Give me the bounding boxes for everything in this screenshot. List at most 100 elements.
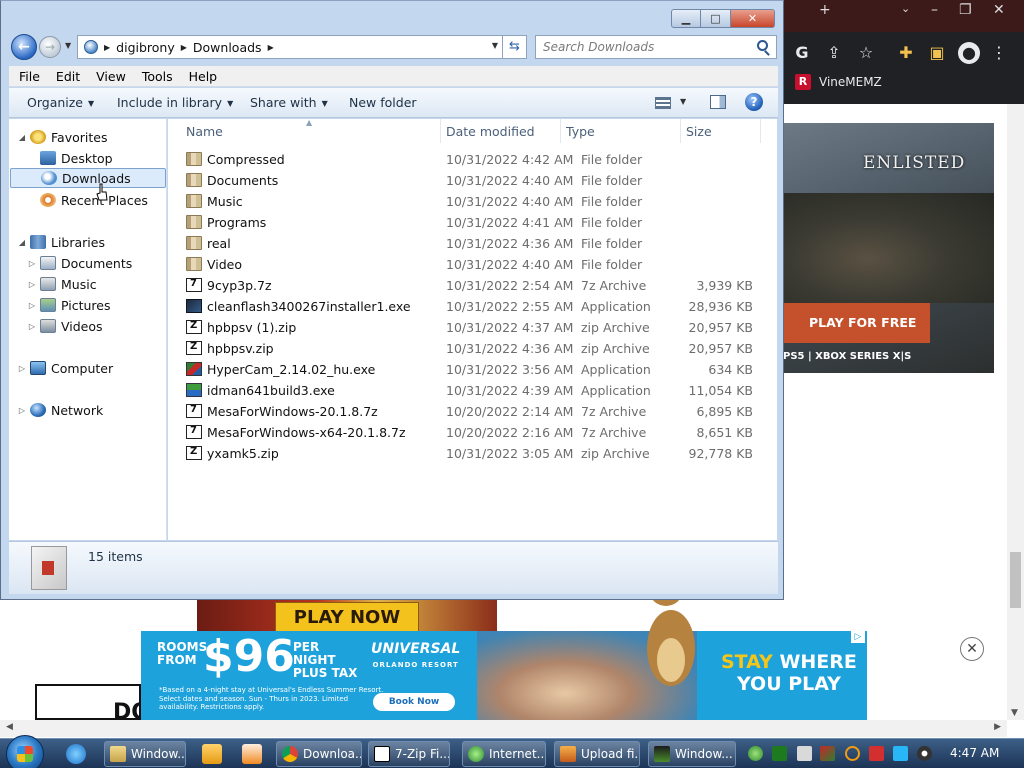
taskbar-button-internet[interactable]: Internet... — [462, 741, 546, 767]
expand-arrow-icon[interactable]: ▷ — [27, 322, 37, 331]
browser-vertical-scrollbar[interactable]: ▼ — [1007, 104, 1024, 720]
universal-orlando-ad[interactable]: ROOMS FROM $96 PER NIGHT PLUS TAX *Based… — [141, 631, 867, 720]
file-row[interactable]: Music 10/31/2022 4:40 AM File folder — [182, 191, 762, 212]
expand-arrow-icon[interactable]: ▷ — [27, 259, 37, 268]
file-row[interactable]: hpbpsv.zip 10/31/2022 4:36 AM zip Archive 2… — [182, 338, 762, 359]
side-panel-icon[interactable]: ▣ — [926, 42, 948, 64]
bookmark-star-icon[interactable]: ☆ — [855, 42, 877, 64]
file-row[interactable]: real 10/31/2022 4:36 AM File folder — [182, 233, 762, 254]
tray-tools-icon[interactable] — [820, 746, 835, 761]
address-dropdown-icon[interactable]: ▼ — [492, 41, 498, 50]
menu-file[interactable]: File — [19, 66, 46, 86]
tray-display-icon[interactable] — [893, 746, 908, 761]
google-icon[interactable]: G — [791, 42, 813, 64]
paint-icon[interactable] — [242, 744, 262, 764]
close-button[interactable]: ✕ — [731, 9, 775, 28]
taskbar-button-upload[interactable]: Upload fi... — [554, 741, 640, 767]
search-icon[interactable] — [757, 40, 768, 51]
column-header-date[interactable]: Date modified — [446, 124, 535, 139]
start-button[interactable] — [6, 735, 44, 768]
column-divider[interactable] — [680, 119, 681, 143]
taskbar-button-chrome[interactable]: Downloa... — [276, 741, 362, 767]
organize-button[interactable]: Organize ▼ — [27, 95, 94, 110]
share-icon[interactable]: ⇪ — [823, 42, 845, 64]
collapse-arrow-icon[interactable]: ◢ — [17, 133, 27, 142]
refresh-button[interactable]: ⇆ — [503, 35, 527, 59]
profile-avatar-icon[interactable]: ● — [958, 42, 980, 64]
collapse-arrow-icon[interactable]: ◢ — [17, 238, 27, 247]
taskbar-button-explorer[interactable]: Window... — [104, 741, 186, 767]
taskbar-button-window[interactable]: Window... — [648, 741, 736, 767]
extensions-icon[interactable]: ✚ — [895, 42, 917, 64]
nav-lib-music[interactable]: ▷ Music — [27, 274, 97, 294]
scroll-down-arrow-icon[interactable]: ▼ — [1011, 708, 1018, 718]
close-ad-icon[interactable]: ✕ — [960, 637, 984, 661]
file-row[interactable]: Compressed 10/31/2022 4:42 AM File folder — [182, 149, 762, 170]
expand-arrow-icon[interactable]: ▷ — [27, 301, 37, 310]
column-header-size[interactable]: Size — [686, 124, 712, 139]
nav-lib-documents[interactable]: ▷ Documents — [27, 253, 132, 273]
share-with-button[interactable]: Share with ▼ — [250, 95, 328, 110]
file-row[interactable]: MesaForWindows-20.1.8.7z 10/20/2022 2:14 … — [182, 401, 762, 422]
menu-tools[interactable]: Tools — [142, 66, 179, 86]
file-row[interactable]: MesaForWindows-x64-20.1.8.7z 10/20/2022 2… — [182, 422, 762, 443]
include-in-library-button[interactable]: Include in library ▼ — [117, 95, 233, 110]
menu-edit[interactable]: Edit — [56, 66, 86, 86]
tray-search-icon[interactable] — [845, 746, 860, 761]
taskbar-button-7zip[interactable]: 7-Zip Fi... — [368, 741, 450, 767]
ad-choices-icon[interactable]: ▷ — [851, 631, 865, 643]
preview-pane-icon[interactable] — [710, 95, 726, 109]
nav-computer[interactable]: ▷ Computer — [17, 358, 113, 378]
file-row[interactable]: yxamk5.zip 10/31/2022 3:05 AM zip Archive 9… — [182, 443, 762, 464]
restore-icon[interactable]: ❐ — [959, 2, 972, 18]
explorer-window[interactable]: ▁ □ ✕ ← → ▼ ▶ digibrony ▶ Downloads ▶ ▼ … — [0, 0, 784, 600]
play-now-ad[interactable]: PLAY NOW — [197, 598, 497, 632]
close-icon[interactable]: ✕ — [993, 2, 1005, 18]
breadcrumb-separator-icon[interactable]: ▶ — [268, 43, 274, 52]
help-icon[interactable]: ? — [745, 93, 763, 111]
breadcrumb-separator-icon[interactable]: ▶ — [181, 43, 187, 52]
file-row[interactable]: hpbpsv (1).zip 10/31/2022 4:37 AM zip Arch… — [182, 317, 762, 338]
ad-play-for-free-button[interactable]: PLAY FOR FREE — [783, 303, 930, 343]
nav-libraries[interactable]: ◢ Libraries — [17, 232, 105, 252]
nav-downloads[interactable]: Downloads — [10, 168, 166, 188]
menu-kebab-icon[interactable]: ⋮ — [988, 42, 1010, 64]
nav-lib-videos[interactable]: ▷ Videos — [27, 316, 103, 336]
file-row[interactable]: idman641build3.exe 10/31/2022 4:39 AM Appl… — [182, 380, 762, 401]
bookmark-vinememz[interactable]: R VineMEMZ — [795, 74, 882, 90]
menu-view[interactable]: View — [96, 66, 132, 86]
partial-ad[interactable]: DO — [35, 684, 141, 720]
change-view-icon[interactable] — [655, 97, 671, 109]
tray-app-icon[interactable] — [797, 746, 812, 761]
file-row[interactable]: Video 10/31/2022 4:40 AM File folder — [182, 254, 762, 275]
browser-horizontal-scrollbar[interactable]: ◀ ▶ — [0, 720, 1007, 737]
search-input[interactable] — [535, 35, 777, 59]
media-player-icon[interactable] — [202, 744, 222, 764]
column-header-type[interactable]: Type — [566, 124, 595, 139]
ad-book-now-button[interactable]: Book Now — [373, 693, 455, 711]
scroll-right-arrow-icon[interactable]: ▶ — [994, 722, 1001, 732]
scroll-left-arrow-icon[interactable]: ◀ — [6, 722, 13, 732]
maximize-button[interactable]: □ — [701, 9, 731, 28]
address-bar[interactable]: ▶ digibrony ▶ Downloads ▶ ▼ — [77, 35, 503, 59]
column-divider[interactable] — [440, 119, 441, 143]
tray-network-globe-icon[interactable] — [748, 746, 763, 761]
file-row[interactable]: HyperCam_2.14.02_hu.exe 10/31/2022 3:56 A… — [182, 359, 762, 380]
internet-explorer-icon[interactable] — [66, 744, 86, 764]
column-header-name[interactable]: Name — [186, 124, 223, 139]
nav-network[interactable]: ▷ Network — [17, 400, 103, 420]
tray-app-icon[interactable] — [772, 746, 787, 761]
nav-favorites[interactable]: ◢ Favorites — [17, 127, 108, 147]
new-tab-icon[interactable]: + — [819, 2, 831, 18]
expand-arrow-icon[interactable]: ▷ — [27, 280, 37, 289]
recent-pages-chevron-icon[interactable]: ▼ — [65, 41, 71, 50]
menu-help[interactable]: Help — [189, 66, 224, 86]
taskbar-clock[interactable]: 4:47 AM — [950, 746, 999, 760]
play-now-button[interactable]: PLAY NOW — [275, 602, 419, 632]
tray-flag-icon[interactable] — [869, 746, 884, 761]
breadcrumb-separator-icon[interactable]: ▶ — [104, 43, 110, 52]
minimize-icon[interactable]: – — [931, 2, 938, 18]
view-options-chevron-icon[interactable]: ▼ — [680, 97, 686, 106]
breadcrumb-digibrony[interactable]: digibrony — [116, 40, 175, 55]
expand-arrow-icon[interactable]: ▷ — [17, 406, 27, 415]
